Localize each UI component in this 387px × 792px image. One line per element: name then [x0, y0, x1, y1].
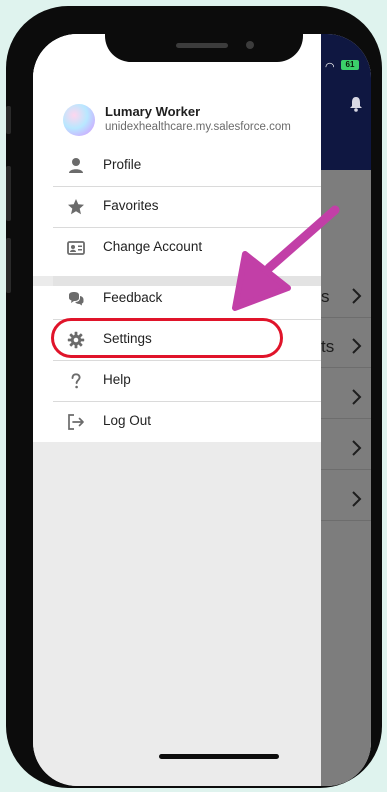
- side-button: [6, 106, 11, 134]
- avatar: [63, 104, 95, 136]
- menu-item-label: Log Out: [103, 413, 152, 428]
- menu-item-log-out[interactable]: Log Out: [53, 402, 321, 442]
- user-name: Lumary Worker: [105, 104, 201, 119]
- menu-item-label: Help: [103, 372, 131, 387]
- chevron-right-icon: [352, 288, 362, 304]
- menu-item-label: Feedback: [103, 290, 163, 305]
- wifi-icon: ◠: [325, 61, 335, 73]
- menu-item-label: Profile: [103, 157, 142, 172]
- app-header: ◠ 61: [321, 34, 371, 170]
- list-item[interactable]: [321, 429, 371, 470]
- logout-icon: [68, 414, 84, 430]
- list-item[interactable]: ts: [321, 327, 371, 368]
- user-domain: unidexhealthcare.my.salesforce.com: [105, 121, 291, 133]
- screen: ◠ 61 s ts Lumary Worker unidexhealthcare…: [33, 34, 371, 786]
- navigation-drawer: Lumary Worker unidexhealthcare.my.salesf…: [33, 34, 321, 786]
- question-icon: [71, 373, 81, 389]
- bell-icon[interactable]: [349, 96, 363, 112]
- notch: [105, 34, 303, 62]
- chevron-right-icon: [352, 491, 362, 507]
- home-indicator[interactable]: [159, 754, 279, 759]
- list-item[interactable]: [321, 378, 371, 419]
- user-header[interactable]: Lumary Worker unidexhealthcare.my.salesf…: [63, 104, 321, 142]
- chevron-right-icon: [352, 440, 362, 456]
- battery-icon: 61: [341, 60, 359, 70]
- side-button: [6, 238, 11, 293]
- star-icon: [68, 199, 84, 215]
- menu-item-profile[interactable]: Profile: [53, 146, 321, 187]
- menu-item-label: Favorites: [103, 198, 159, 213]
- person-icon: [69, 158, 83, 173]
- chevron-right-icon: [352, 338, 362, 354]
- menu-item-label: Change Account: [103, 239, 203, 254]
- chevron-right-icon: [352, 389, 362, 405]
- list-item[interactable]: [321, 480, 371, 521]
- side-button: [6, 166, 11, 221]
- id-card-icon: [67, 241, 85, 255]
- status-bar: ◠ 61: [321, 59, 371, 73]
- annotation-arrow-icon: [232, 205, 340, 311]
- camera: [246, 41, 254, 49]
- chat-bubbles-icon: [69, 292, 84, 306]
- background-app[interactable]: ◠ 61 s ts: [321, 34, 371, 786]
- menu-item-help[interactable]: Help: [53, 361, 321, 402]
- phone-frame: ◠ 61 s ts Lumary Worker unidexhealthcare…: [6, 6, 382, 788]
- settings-highlight-circle: [51, 318, 283, 358]
- speaker: [176, 43, 228, 48]
